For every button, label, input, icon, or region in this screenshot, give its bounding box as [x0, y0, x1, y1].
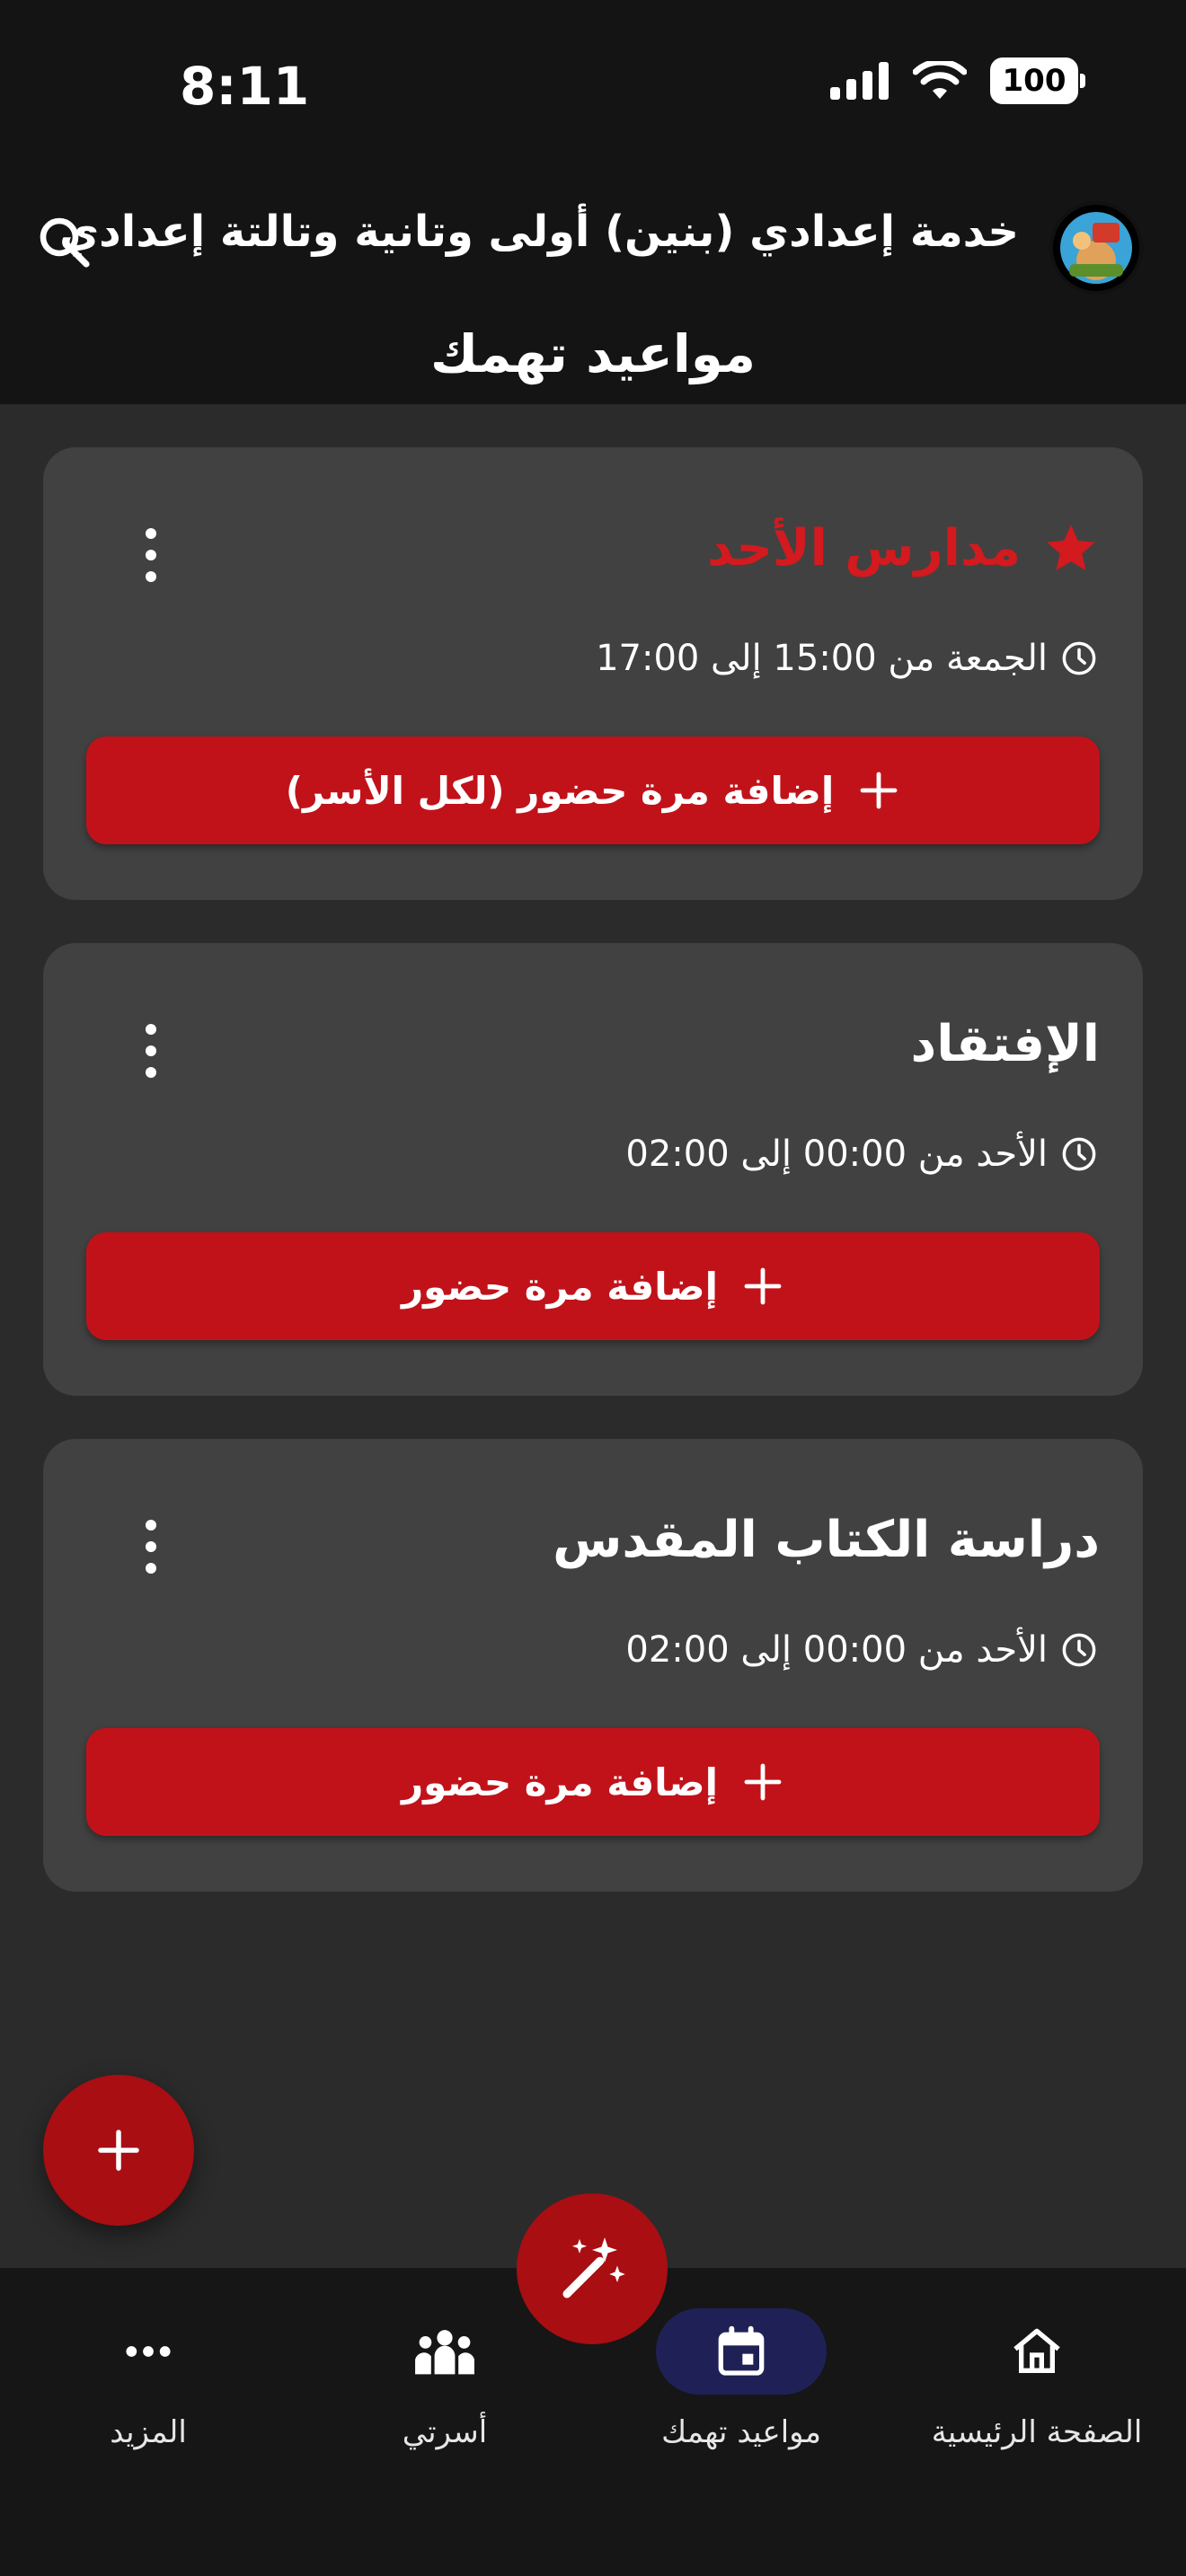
- status-bar: 8:11 100: [0, 0, 1186, 171]
- clock-icon: [1062, 641, 1096, 675]
- nav-family[interactable]: أسرتي: [310, 2308, 580, 2450]
- page-title: خدمة إعدادي (بنين) أولى وتانية وتالتة إع…: [59, 207, 1019, 257]
- nav-home[interactable]: الصفحة الرئيسية: [902, 2308, 1172, 2450]
- nav-home-icon-wrap: [951, 2308, 1122, 2395]
- add-attendance-button[interactable]: إضافة مرة حضور: [86, 1232, 1100, 1340]
- group-icon: [415, 2330, 474, 2375]
- card-title: دراسة الكتاب المقدس: [553, 1511, 1100, 1569]
- card-time: الأحد من 00:00 إلى 02:00: [625, 1134, 1098, 1175]
- clock-icon: [1062, 1633, 1096, 1667]
- plus-icon: [744, 1763, 782, 1801]
- search-icon: [40, 217, 90, 268]
- add-attendance-button[interactable]: إضافة مرة حضور (لكل الأسر): [86, 737, 1100, 844]
- plus-icon: [98, 2130, 139, 2171]
- card-time-text: الأحد من 00:00 إلى 02:00: [625, 1629, 1048, 1671]
- clock-icon: [1062, 1137, 1096, 1171]
- card-title-text: دراسة الكتاب المقدس: [553, 1511, 1100, 1569]
- nav-schedules[interactable]: مواعيد تهمك: [606, 2308, 876, 2450]
- add-attendance-button[interactable]: إضافة مرة حضور: [86, 1728, 1100, 1836]
- nav-home-label: الصفحة الرئيسية: [931, 2414, 1143, 2450]
- status-time: 8:11: [180, 56, 310, 117]
- section-title: مواعيد تهمك: [429, 323, 757, 384]
- plus-icon: [860, 772, 898, 809]
- signal-icon: [830, 62, 889, 100]
- plus-icon: [744, 1267, 782, 1305]
- dot-icon: [146, 571, 156, 582]
- nav-schedules-label: مواعيد تهمك: [661, 2414, 821, 2450]
- calendar-icon: [718, 2325, 765, 2376]
- card-title: مدارس الأحد: [707, 519, 1100, 578]
- battery-indicator: 100: [990, 57, 1085, 104]
- card-time: الجمعة من 15:00 إلى 17:00: [596, 638, 1098, 679]
- add-schedule-fab[interactable]: [43, 2075, 194, 2226]
- card-menu-button[interactable]: [133, 1520, 169, 1574]
- nav-more-icon-wrap: [63, 2308, 234, 2395]
- add-attendance-label: إضافة مرة حضور (لكل الأسر): [285, 768, 835, 813]
- avatar-image-icon: [1060, 212, 1132, 284]
- schedule-card[interactable]: الإفتقاد الأحد من 00:00 إلى 02:00 إضافة …: [43, 943, 1143, 1396]
- magic-wand-icon: [562, 2237, 625, 2298]
- dot-icon: [146, 1520, 156, 1531]
- dot-icon: [146, 1541, 156, 1552]
- card-time: الأحد من 00:00 إلى 02:00: [625, 1629, 1098, 1671]
- status-icons: 100: [830, 57, 1085, 104]
- dot-icon: [146, 528, 156, 539]
- more-horizontal-icon: [126, 2346, 171, 2357]
- wifi-icon: [913, 61, 967, 99]
- magic-action-fab[interactable]: [517, 2193, 668, 2344]
- star-icon: [1047, 524, 1095, 570]
- add-attendance-label: إضافة مرة حضور: [401, 1760, 719, 1804]
- dot-icon: [146, 1067, 156, 1078]
- card-time-text: الجمعة من 15:00 إلى 17:00: [596, 638, 1048, 679]
- card-menu-button[interactable]: [133, 528, 169, 582]
- group-avatar[interactable]: [1049, 201, 1143, 295]
- dot-icon: [146, 1563, 156, 1574]
- nav-family-label: أسرتي: [402, 2414, 488, 2450]
- card-menu-button[interactable]: [133, 1024, 169, 1078]
- dot-icon: [146, 1024, 156, 1035]
- nav-family-icon-wrap: [359, 2308, 530, 2395]
- card-title-text: الإفتقاد: [910, 1015, 1101, 1073]
- card-time-text: الأحد من 00:00 إلى 02:00: [625, 1134, 1048, 1175]
- search-button[interactable]: [32, 210, 97, 275]
- nav-schedules-icon-wrap: [656, 2308, 827, 2395]
- nav-more[interactable]: المزيد: [13, 2308, 283, 2450]
- home-icon: [1013, 2328, 1060, 2373]
- add-attendance-label: إضافة مرة حضور: [401, 1264, 719, 1309]
- schedule-card[interactable]: دراسة الكتاب المقدس الأحد من 00:00 إلى 0…: [43, 1439, 1143, 1892]
- app-bar: خدمة إعدادي (بنين) أولى وتانية وتالتة إع…: [0, 171, 1186, 404]
- card-title-text: مدارس الأحد: [707, 519, 1021, 578]
- dot-icon: [146, 1045, 156, 1056]
- dot-icon: [146, 550, 156, 560]
- schedule-card[interactable]: مدارس الأحد الجمعة من 15:00 إلى 17:00 إض…: [43, 447, 1143, 900]
- nav-more-label: المزيد: [110, 2414, 187, 2450]
- card-title: الإفتقاد: [911, 1015, 1101, 1073]
